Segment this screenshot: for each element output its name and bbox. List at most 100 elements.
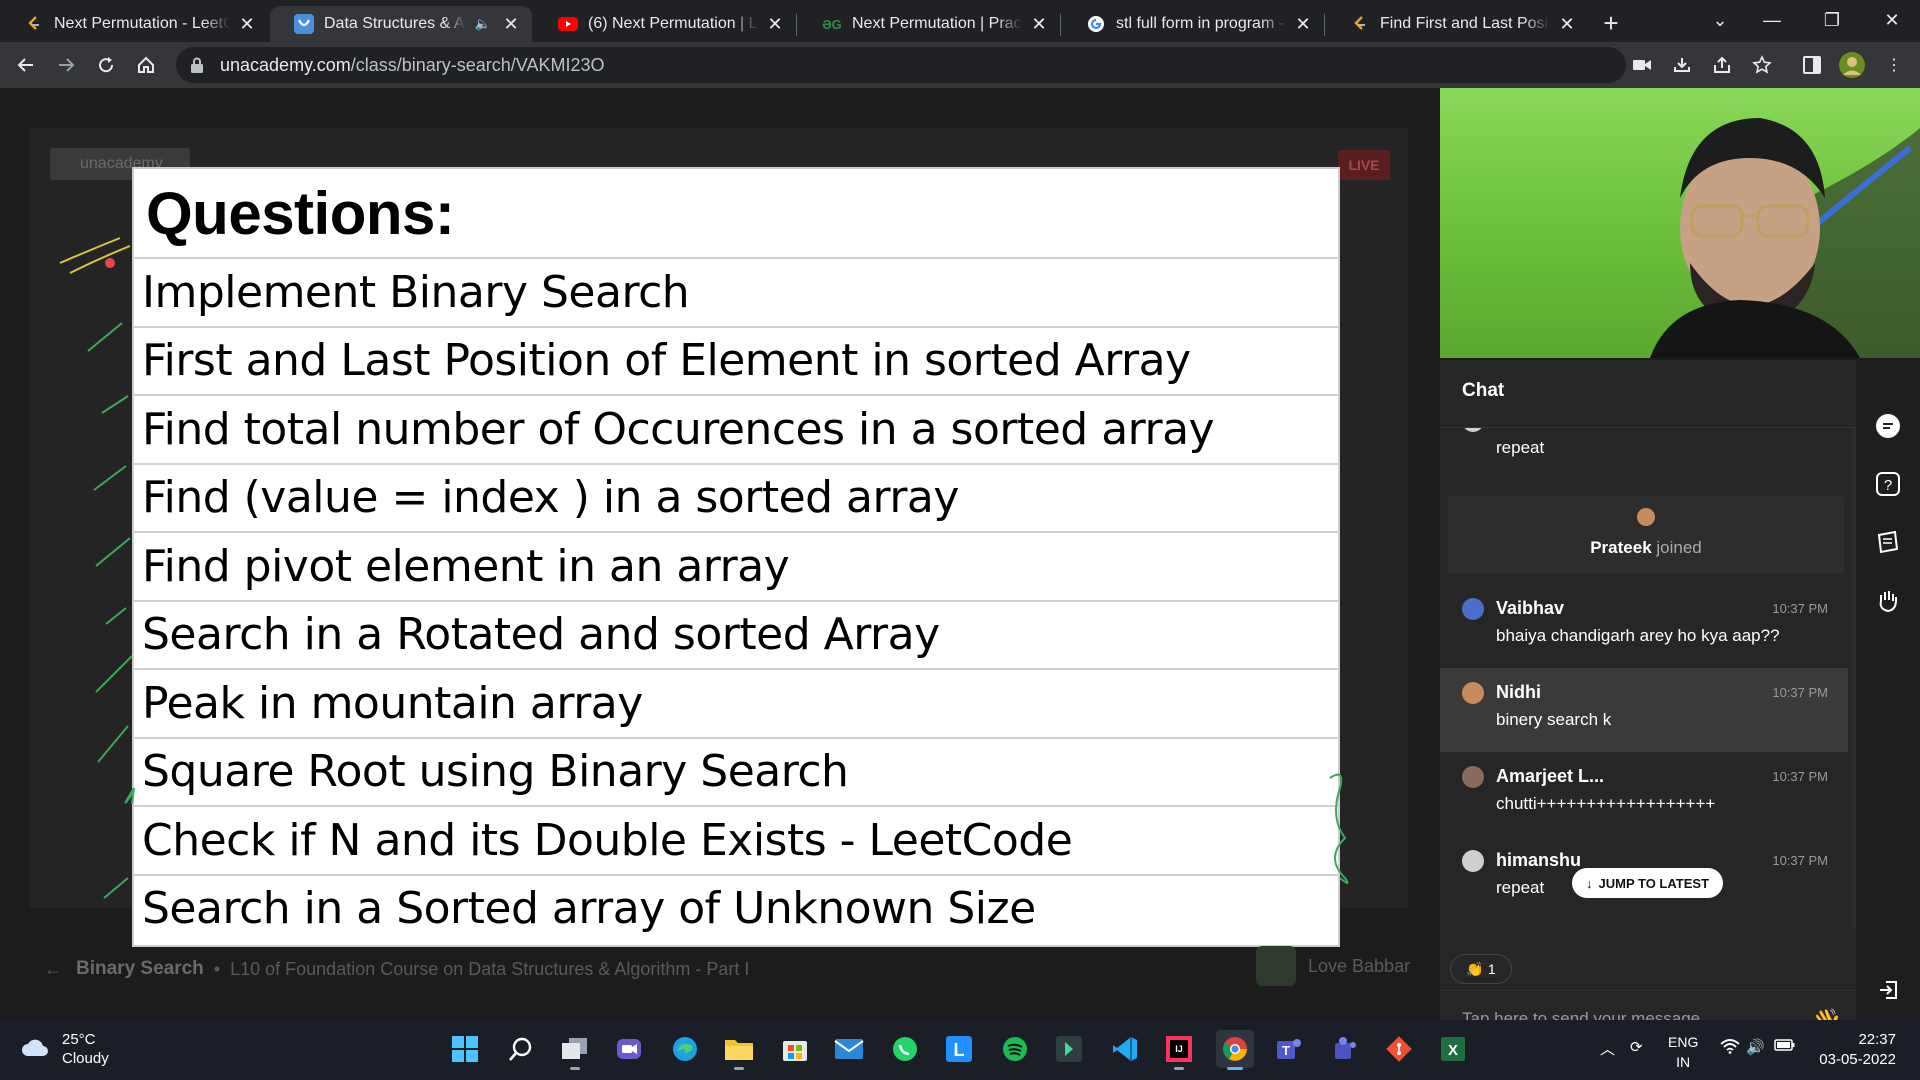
- svg-text:IJ: IJ: [1175, 1044, 1183, 1054]
- back-arrow-icon[interactable]: ←: [44, 959, 62, 980]
- chat-message: Nidhi 10:37 PM binery search k: [1440, 668, 1848, 752]
- question-item: Find pivot element in an array: [134, 531, 1338, 600]
- weather-widget[interactable]: 25°C Cloudy: [20, 1030, 109, 1068]
- edge-browser-icon[interactable]: [666, 1030, 704, 1068]
- new-tab-button[interactable]: +: [1596, 8, 1626, 38]
- mail-icon[interactable]: [830, 1030, 868, 1068]
- question-icon[interactable]: ?: [1872, 468, 1904, 500]
- speaker-icon[interactable]: 🔈: [472, 13, 494, 35]
- educator[interactable]: Love Babbar: [1256, 946, 1410, 986]
- chat-title: Chat: [1462, 380, 1505, 401]
- tab-google-search[interactable]: stl full form in program - Google Search…: [1062, 6, 1324, 42]
- back-button[interactable]: [10, 49, 42, 81]
- question-item: Peak in mountain array: [134, 668, 1338, 737]
- message-text: chutti++++++++++++++++++: [1496, 794, 1716, 813]
- running-indicator: [570, 1067, 580, 1070]
- chat-icon[interactable]: [1872, 410, 1904, 442]
- class-breadcrumb: ← Binary Search • L10 of Foundation Cour…: [44, 954, 749, 984]
- question-item: Find total number of Occurences in a sor…: [134, 394, 1338, 463]
- tab-title: Next Permutation | Practice: [852, 15, 1022, 32]
- chat-messages[interactable]: himanshu repeat Prateek joined Vaibhav 1…: [1440, 428, 1852, 928]
- lock-icon: [190, 57, 206, 73]
- excel-icon[interactable]: X: [1434, 1030, 1472, 1068]
- close-icon[interactable]: ✕: [236, 13, 258, 35]
- language-code: ENG: [1668, 1034, 1699, 1050]
- tab-find-first-last-position[interactable]: Find First and Last Position ✕: [1326, 6, 1588, 42]
- forward-button[interactable]: [50, 49, 82, 81]
- chevron-up-icon[interactable]: ︿: [1600, 1038, 1615, 1059]
- slide-title: Questions:: [146, 180, 455, 247]
- running-indicator: [734, 1067, 744, 1070]
- sync-icon[interactable]: ⟳: [1630, 1038, 1643, 1056]
- jump-to-latest-button[interactable]: ↓ JUMP TO LATEST: [1572, 868, 1724, 898]
- system-clock[interactable]: 22:37 03-05-2022: [1800, 1030, 1896, 1070]
- l-app-icon[interactable]: L: [940, 1030, 978, 1068]
- task-view-icon[interactable]: [556, 1030, 594, 1070]
- profile-avatar[interactable]: [1838, 51, 1866, 79]
- search-icon[interactable]: [502, 1030, 540, 1068]
- install-icon[interactable]: [1668, 51, 1696, 79]
- start-button[interactable]: [446, 1030, 484, 1068]
- meet-app-icon[interactable]: [610, 1030, 648, 1068]
- close-window-button[interactable]: ✕: [1872, 4, 1912, 36]
- home-button[interactable]: [130, 49, 162, 81]
- user-avatar: [1462, 766, 1484, 788]
- weather-temp: 25°C: [62, 1031, 96, 1048]
- address-bar[interactable]: unacademy.com/class/binary-search/VAKMI2…: [176, 47, 1626, 83]
- whatsapp-icon[interactable]: [886, 1030, 924, 1068]
- volume-icon[interactable]: 🔊: [1746, 1038, 1765, 1056]
- close-icon[interactable]: ✕: [1556, 13, 1578, 35]
- reaction-chip[interactable]: 👏 1: [1450, 954, 1512, 984]
- bookmark-star-icon[interactable]: [1748, 51, 1776, 79]
- message-time: 10:37 PM: [1772, 601, 1828, 616]
- educator-avatar: [1256, 946, 1296, 986]
- reload-button[interactable]: [90, 49, 122, 81]
- close-icon[interactable]: ✕: [764, 13, 786, 35]
- tab-title: Find First and Last Position: [1380, 15, 1550, 32]
- tab-gfg-next-permutation[interactable]: ƏG Next Permutation | Practice ✕: [798, 6, 1060, 42]
- close-icon[interactable]: ✕: [1028, 13, 1050, 35]
- tab-title: stl full form in program - Google Search: [1116, 15, 1286, 32]
- vscode-icon[interactable]: [1106, 1030, 1144, 1068]
- class-title[interactable]: Binary Search: [76, 958, 204, 980]
- user-avatar: [1637, 508, 1655, 526]
- git-icon[interactable]: [1380, 1030, 1418, 1068]
- kebab-menu-icon[interactable]: ⋮: [1880, 51, 1908, 79]
- wifi-icon[interactable]: [1720, 1038, 1740, 1058]
- side-panel-icon[interactable]: [1798, 51, 1826, 79]
- teams-icon[interactable]: T: [1270, 1030, 1308, 1068]
- intellij-icon[interactable]: IJ: [1160, 1030, 1198, 1070]
- user-avatar: [1462, 682, 1484, 704]
- question-item: First and Last Position of Element in so…: [134, 325, 1338, 395]
- close-icon[interactable]: ✕: [1292, 13, 1314, 35]
- maximize-button[interactable]: ❐: [1812, 4, 1852, 36]
- tab-next-permutation-leetcode[interactable]: Next Permutation - LeetCode ✕: [0, 6, 268, 42]
- share-icon[interactable]: [1708, 51, 1736, 79]
- spotify-icon[interactable]: [996, 1030, 1034, 1068]
- message-author: himanshu: [1496, 850, 1582, 870]
- tab-separator: [796, 14, 797, 36]
- camera-icon[interactable]: [1628, 51, 1656, 79]
- file-explorer-icon[interactable]: [720, 1030, 758, 1070]
- battery-icon[interactable]: [1774, 1038, 1796, 1056]
- tab-title: (6) Next Permutation | Love Babbar: [588, 15, 758, 32]
- user-avatar: [1462, 598, 1484, 620]
- message-author: Amarjeet L...: [1496, 766, 1605, 786]
- raise-hand-icon[interactable]: [1872, 584, 1904, 616]
- tab-data-structures-algo[interactable]: Data Structures & Algorithm 🔈 ✕: [270, 6, 532, 42]
- teams-work-icon[interactable]: [1326, 1030, 1364, 1068]
- notes-icon[interactable]: [1872, 526, 1904, 558]
- dev-app-icon[interactable]: [1050, 1030, 1088, 1068]
- close-icon[interactable]: ✕: [500, 13, 522, 35]
- message-text: bhaiya chandigarh arey ho kya aap??: [1496, 626, 1780, 645]
- tab-youtube-next-permutation[interactable]: (6) Next Permutation | Love Babbar ✕: [534, 6, 796, 42]
- message-author: Nidhi: [1496, 682, 1541, 702]
- store-icon[interactable]: [776, 1030, 814, 1068]
- exit-icon[interactable]: [1872, 974, 1904, 1006]
- question-item: Find (value = index ) in a sorted array: [134, 462, 1338, 532]
- chrome-icon[interactable]: [1216, 1030, 1254, 1070]
- tab-search-button[interactable]: ⌄: [1700, 4, 1740, 36]
- message-author: himanshu: [1496, 428, 1581, 431]
- language-indicator[interactable]: ENG IN: [1668, 1032, 1698, 1072]
- minimize-button[interactable]: —: [1752, 4, 1792, 36]
